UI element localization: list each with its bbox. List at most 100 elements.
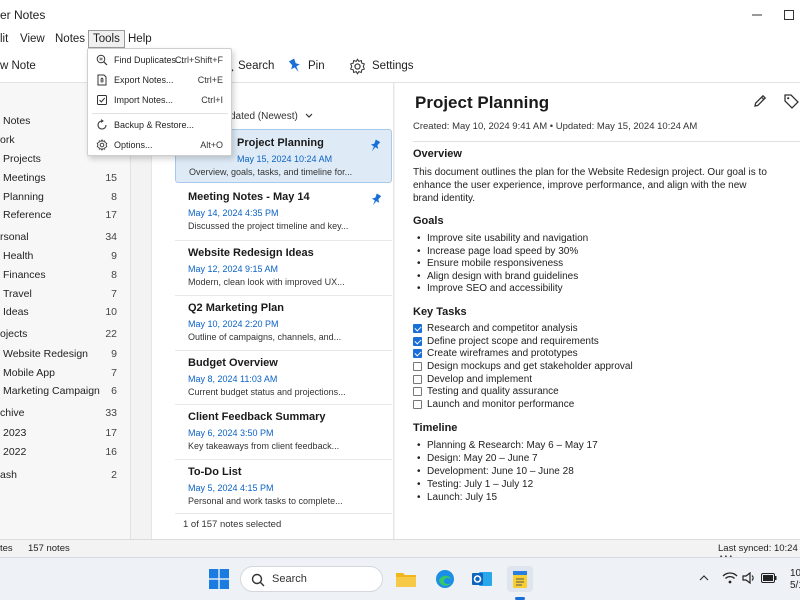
note-date: May 14, 2024 4:35 PM: [188, 208, 279, 218]
taskbar-search[interactable]: Search: [240, 566, 383, 592]
note-preview: Discussed the project timeline and key..…: [188, 221, 349, 231]
file-explorer-button[interactable]: [393, 566, 419, 592]
minimize-button[interactable]: [742, 4, 772, 26]
sidebar-item-mobile-app[interactable]: Mobile App 7: [0, 364, 131, 382]
volume-icon[interactable]: [742, 572, 756, 584]
menu-help[interactable]: Help: [124, 30, 156, 48]
tag-icon[interactable]: [783, 93, 799, 109]
sidebar-item-travel[interactable]: Travel 7: [0, 285, 131, 303]
pin-icon[interactable]: [370, 193, 382, 207]
sidebar-item-trash[interactable]: ash 2: [0, 466, 131, 484]
checkbox[interactable]: [413, 324, 422, 333]
sidebar-item-ideas[interactable]: Ideas 10: [0, 303, 131, 321]
goals-heading: Goals: [413, 215, 444, 227]
menu-view[interactable]: View: [16, 30, 49, 48]
battery-icon[interactable]: [761, 573, 777, 583]
checkbox[interactable]: [413, 387, 422, 396]
sidebar-item-meetings[interactable]: Meetings 15: [0, 169, 131, 187]
maximize-button[interactable]: [774, 4, 800, 26]
note-meta: Created: May 10, 2024 9:41 AM • Updated:…: [413, 121, 698, 132]
edge-button[interactable]: [432, 566, 458, 592]
note-card[interactable]: Budget Overview May 8, 2024 11:03 AM Cur…: [175, 350, 392, 404]
note-title: To-Do List: [188, 466, 242, 478]
sidebar-item-personal[interactable]: rsonal 34: [0, 228, 131, 246]
notes-app-button[interactable]: [507, 566, 533, 592]
edge-browser-icon: [436, 570, 454, 588]
new-note-button[interactable]: w Note: [0, 57, 36, 75]
overview-text: This document outlines the plan for the …: [413, 167, 767, 204]
clock-time: 10: [790, 568, 800, 579]
chevron-down-icon: [305, 113, 313, 118]
note-card[interactable]: To-Do List May 5, 2024 4:15 PM Personal …: [175, 459, 392, 513]
note-preview: Key takeaways from client feedback...: [188, 441, 340, 451]
note-date: May 8, 2024 11:03 AM: [188, 374, 278, 384]
sidebar-item-projects-group[interactable]: ojects 22: [0, 325, 131, 343]
divider: [175, 513, 392, 514]
sidebar-item-website-redesign[interactable]: Website Redesign 9: [0, 345, 131, 363]
backup-icon: [97, 119, 107, 130]
sidebar-item-2022[interactable]: 2022 16: [0, 443, 131, 461]
list-item: Improve SEO and accessibility: [417, 283, 563, 294]
note-date: May 12, 2024 9:15 AM: [188, 264, 279, 274]
menu-item-export[interactable]: Export Notes... Ctrl+E: [88, 71, 231, 89]
checkbox[interactable]: [413, 337, 422, 346]
menu-item-options[interactable]: Options... Alt+O: [88, 136, 231, 154]
note-date: May 6, 2024 3:50 PM: [188, 428, 274, 438]
minimize-icon: [752, 14, 762, 16]
sort-dropdown[interactable]: dated (Newest): [230, 111, 313, 122]
sidebar-item-2023[interactable]: 2023 17: [0, 424, 131, 442]
checkbox[interactable]: [413, 400, 422, 409]
sidebar-item-finances[interactable]: Finances 8: [0, 266, 131, 284]
note-preview: Modern, clean look with improved UX...: [188, 277, 345, 287]
timeline-heading: Timeline: [413, 422, 458, 434]
list-item: Increase page load speed by 30%: [417, 246, 578, 257]
note-card[interactable]: Q2 Marketing Plan May 10, 2024 2:20 PM O…: [175, 295, 392, 349]
pin-icon[interactable]: [369, 139, 381, 153]
sidebar-item-planning[interactable]: Planning 8: [0, 188, 131, 206]
checkbox[interactable]: [413, 349, 422, 358]
maximize-icon: [784, 10, 794, 20]
menu-item-import[interactable]: Import Notes... Ctrl+I: [88, 91, 231, 109]
search-label: Search: [238, 60, 275, 72]
sidebar-item-archive[interactable]: chive 33: [0, 404, 131, 422]
note-card[interactable]: Meeting Notes - May 14 May 14, 2024 4:35…: [175, 184, 392, 238]
outlook-button[interactable]: [469, 566, 495, 592]
page-title[interactable]: Project Planning: [415, 93, 549, 113]
note-preview: Overview, goals, tasks, and timeline for…: [189, 167, 353, 177]
gear-icon: [96, 139, 108, 151]
list-item: Development: June 10 – June 28: [417, 466, 574, 477]
checkbox[interactable]: [413, 362, 422, 371]
menu-notes[interactable]: Notes: [51, 30, 89, 48]
chevron-up-icon[interactable]: [699, 574, 709, 582]
settings-button[interactable]: Settings: [349, 57, 414, 75]
menu-bar: lit View Notes Tools Help: [0, 28, 800, 49]
note-card[interactable]: Website Redesign Ideas May 12, 2024 9:15…: [175, 240, 392, 294]
search-icon: [251, 573, 265, 587]
wifi-icon[interactable]: [722, 572, 738, 584]
list-item: Launch: July 15: [417, 492, 497, 503]
menu-edit[interactable]: lit: [0, 30, 12, 48]
sidebar-item-health[interactable]: Health 9: [0, 247, 131, 265]
sidebar-item-reference[interactable]: Reference 17: [0, 206, 131, 224]
note-preview: Outline of campaigns, channels, and...: [188, 332, 342, 342]
start-button[interactable]: [206, 566, 232, 592]
menu-item-find-duplicates[interactable]: Find Duplicates... Ctrl+Shift+F: [88, 51, 231, 69]
title-bar: er Notes: [0, 0, 800, 28]
notepad-icon: [513, 571, 527, 588]
list-item: Align design with brand guidelines: [417, 271, 578, 282]
checkbox[interactable]: [413, 375, 422, 384]
list-item: Design: May 20 – June 7: [417, 453, 538, 464]
note-title: Budget Overview: [188, 357, 278, 369]
search-button[interactable]: Search: [238, 57, 274, 75]
menu-item-backup-restore[interactable]: Backup & Restore...: [88, 116, 231, 134]
settings-label: Settings: [372, 60, 414, 72]
clock[interactable]: 10 5/1: [790, 568, 800, 592]
sidebar-item-marketing-campaign[interactable]: Marketing Campaign 6: [0, 382, 131, 400]
pin-button[interactable]: Pin: [288, 57, 325, 75]
note-title: Website Redesign Ideas: [188, 247, 314, 259]
status-bar: tes 157 notes Last synced: 10:24 AM: [0, 539, 800, 565]
pin-label: Pin: [308, 60, 325, 72]
edit-icon[interactable]: [752, 93, 768, 109]
menu-tools[interactable]: Tools: [88, 30, 125, 48]
note-card[interactable]: Client Feedback Summary May 6, 2024 3:50…: [175, 404, 392, 458]
